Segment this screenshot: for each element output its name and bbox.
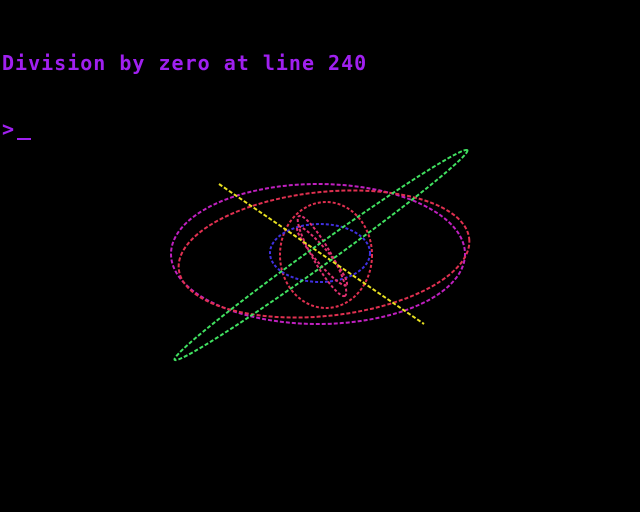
orbital-drawing <box>170 148 471 362</box>
green-orbit <box>173 148 469 362</box>
red-orbit <box>177 189 471 319</box>
small-red-orbit <box>279 201 373 309</box>
yellow-axis <box>218 183 425 325</box>
magenta-orbit <box>170 183 466 325</box>
emulator-screen: Division by zero at line 240 > <box>0 0 640 512</box>
